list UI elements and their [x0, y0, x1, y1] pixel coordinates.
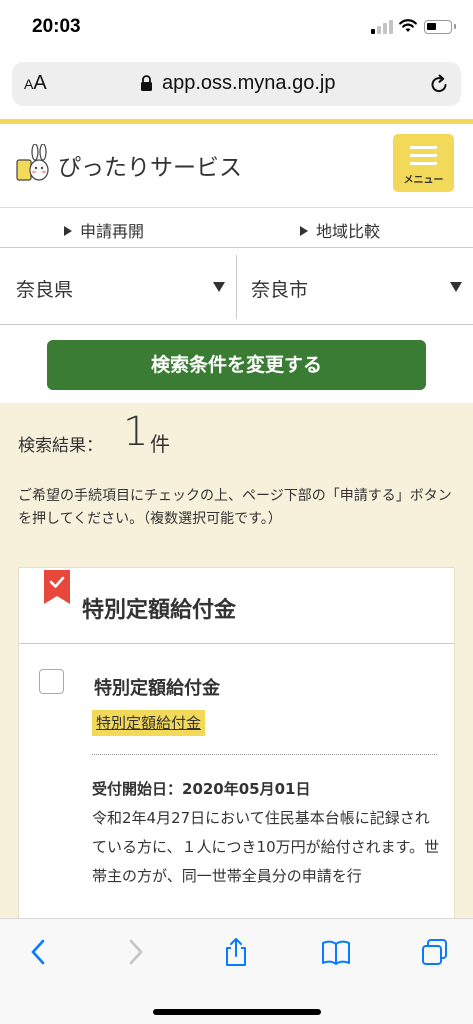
card-divider: [19, 643, 454, 644]
dotted-divider: [92, 754, 437, 755]
forward-icon[interactable]: [120, 937, 150, 967]
wifi-icon: [399, 19, 417, 32]
text-size-button[interactable]: AA: [24, 72, 47, 95]
region-compare-link[interactable]: 地域比較: [300, 218, 380, 242]
triangle-right-icon: [64, 226, 72, 236]
home-indicator: [153, 1009, 321, 1015]
bookmarks-icon[interactable]: [321, 937, 351, 967]
card-title: 特別定額給付金: [82, 598, 237, 623]
results-label: 検索結果：: [18, 436, 103, 456]
cellular-signal-icon: [371, 20, 393, 34]
hamburger-icon: [410, 146, 437, 166]
procedure-description: 令和2年4月27日において住民基本台帳に記録されている方に、１人につき10万円が…: [92, 809, 440, 885]
procedure-link[interactable]: 特別定額給付金: [92, 710, 206, 736]
chevron-down-icon: [213, 282, 225, 292]
results-unit: 件: [150, 432, 170, 456]
url-text[interactable]: app.oss.myna.go.jp: [162, 72, 335, 95]
site-title[interactable]: ぴったりサービス: [58, 148, 242, 182]
procedure-checkbox[interactable]: [39, 669, 64, 694]
menu-button[interactable]: メニュー: [393, 134, 454, 192]
browser-toolbar: [0, 918, 473, 1024]
lock-icon: [141, 75, 152, 91]
site-header: ぴったりサービス メニュー: [0, 124, 473, 208]
rabbit-logo-icon[interactable]: [15, 144, 51, 184]
prefecture-value: 奈良県: [16, 279, 74, 301]
city-select[interactable]: 奈良市: [237, 249, 473, 325]
start-date: 受付開始日：2020年05月01日: [92, 780, 311, 798]
address-bar[interactable]: AA app.oss.myna.go.jp: [12, 62, 461, 106]
back-icon[interactable]: [24, 937, 54, 967]
triangle-right-icon: [300, 226, 308, 236]
resume-application-link[interactable]: 申請再開: [64, 218, 144, 242]
tabs-icon[interactable]: [420, 937, 450, 967]
reload-icon[interactable]: [428, 73, 450, 95]
share-icon[interactable]: [221, 937, 251, 967]
city-value: 奈良市: [251, 279, 309, 301]
procedure-name: 特別定額給付金: [94, 678, 220, 699]
checkmark-ribbon-icon: [44, 570, 70, 604]
status-time: 20:03: [32, 16, 81, 37]
region-compare-label: 地域比較: [316, 222, 381, 241]
sub-nav: 申請再開 地域比較: [0, 208, 473, 248]
menu-label: メニュー: [403, 175, 444, 186]
results-area: 検索結果： 1 件 ご希望の手続項目にチェックの上、ページ下部の「申請する」ボタ…: [0, 403, 473, 947]
procedure-card: 特別定額給付金 特別定額給付金 特別定額給付金 受付開始日：2020年05月01…: [18, 567, 455, 947]
status-bar: 20:03: [0, 0, 473, 56]
location-selector: 奈良県 奈良市: [0, 249, 473, 325]
chevron-down-icon: [450, 282, 462, 292]
results-count: 1: [123, 409, 149, 455]
change-search-conditions-button[interactable]: 検索条件を変更する: [47, 340, 426, 390]
instruction-text: ご希望の手続項目にチェックの上、ページ下部の「申請する」ボタンを押してください。…: [18, 488, 452, 527]
resume-application-label: 申請再開: [80, 222, 145, 241]
battery-icon: [424, 20, 456, 34]
prefecture-select[interactable]: 奈良県: [0, 249, 236, 325]
